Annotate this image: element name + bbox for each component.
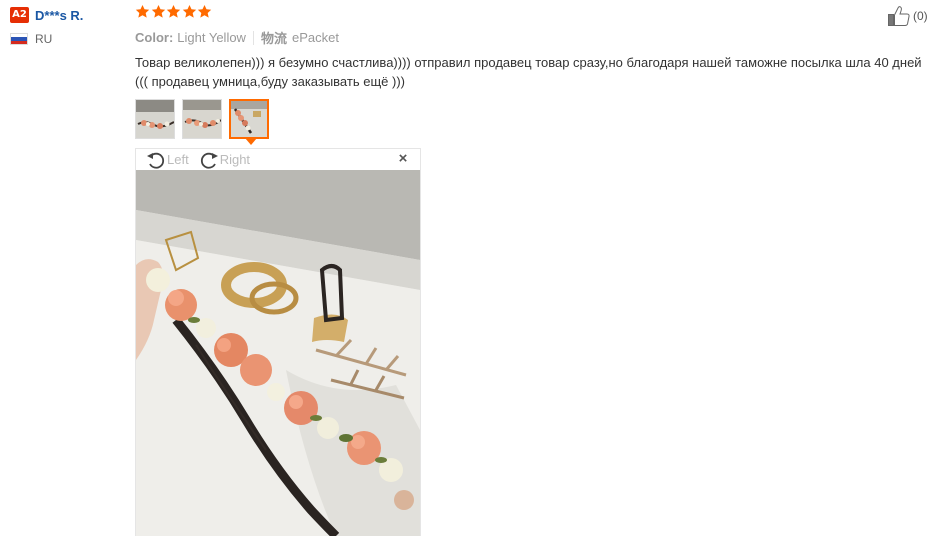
rotate-right-button[interactable]: Right bbox=[198, 150, 250, 170]
star-icon bbox=[182, 4, 197, 19]
viewer-toolbar: Left Right × bbox=[136, 149, 420, 170]
color-value: Light Yellow bbox=[177, 30, 246, 45]
star-icon bbox=[166, 4, 181, 19]
star-rating bbox=[135, 4, 213, 19]
star-icon bbox=[135, 4, 150, 19]
helpful-count: (0) bbox=[913, 9, 928, 23]
country-code: RU bbox=[35, 32, 53, 46]
star-icon bbox=[151, 4, 166, 19]
star-icon bbox=[197, 4, 212, 19]
order-info: Color: Light Yellow 物流 ePacket bbox=[135, 28, 339, 47]
review-text: Товар великолепен))) я безумно счастлива… bbox=[135, 55, 922, 89]
photo-viewer: Left Right × bbox=[135, 148, 421, 536]
logistics-value: ePacket bbox=[291, 30, 339, 45]
photo-thumb-1[interactable] bbox=[135, 99, 175, 139]
photo-thumb-2[interactable] bbox=[182, 99, 222, 139]
rotate-left-icon bbox=[145, 150, 167, 170]
meta-divider bbox=[252, 30, 254, 45]
reviewer-country: RU bbox=[10, 31, 130, 47]
helpful-button[interactable]: (0) bbox=[887, 5, 928, 27]
color-label: Color: bbox=[135, 30, 174, 45]
logistics-label: 物流 bbox=[260, 31, 287, 46]
buyer-level-badge: A2 bbox=[10, 7, 29, 23]
rotate-right-icon bbox=[198, 150, 220, 170]
close-icon[interactable]: × bbox=[396, 151, 410, 167]
reviewer-name-row: A2 D***s R. bbox=[10, 6, 130, 24]
rotate-left-button[interactable]: Left bbox=[145, 150, 189, 170]
review-photo bbox=[136, 170, 420, 536]
rotate-left-label: Left bbox=[167, 152, 189, 167]
reviewer-name: D***s R. bbox=[35, 7, 84, 23]
russia-flag-icon bbox=[10, 33, 28, 45]
active-thumb-pointer bbox=[245, 138, 257, 145]
photo-thumbnails bbox=[135, 99, 276, 139]
thumbs-up-icon[interactable] bbox=[887, 5, 911, 27]
rotate-right-label: Right bbox=[219, 152, 251, 167]
reviewer-info: A2 D***s R. RU bbox=[10, 6, 130, 47]
photo-thumb-3[interactable] bbox=[229, 99, 269, 139]
